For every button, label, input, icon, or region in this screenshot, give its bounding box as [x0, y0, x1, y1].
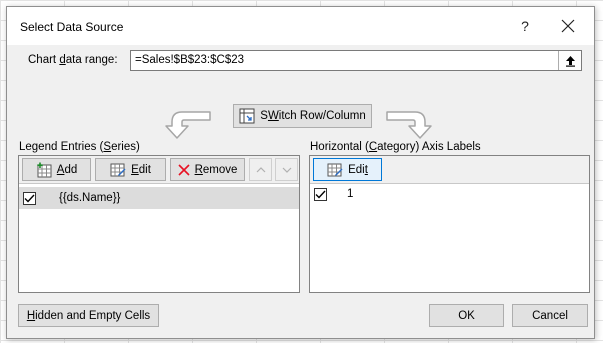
edit-axis-icon [327, 163, 343, 176]
hidden-empty-cells-label: Hidden and Empty Cells [26, 309, 151, 322]
axis-toolbar: Edit [310, 156, 589, 184]
chevron-up-icon [256, 166, 265, 172]
list-item[interactable]: {{ds.Name}} [19, 187, 299, 209]
collapse-arrow-icon [565, 55, 575, 67]
close-button[interactable] [548, 11, 588, 41]
chart-data-range-input[interactable]: =Sales!$B$23:$C$23 [130, 50, 582, 71]
close-icon [561, 19, 575, 33]
collapse-dialog-button[interactable] [558, 51, 581, 70]
series-name: {{ds.Name}} [59, 192, 121, 204]
remove-series-button[interactable]: Remove [170, 158, 245, 181]
edit-series-icon [110, 163, 126, 176]
remove-x-icon [178, 163, 190, 176]
select-data-source-dialog: Select Data Source ? Chart data range: =… [6, 6, 595, 339]
axis-label-value: 1 [347, 188, 354, 200]
legend-toolbar: Add Edit Remove [19, 156, 299, 184]
cancel-button[interactable]: Cancel [512, 304, 588, 327]
chart-data-range-value: =Sales!$B$23:$C$23 [135, 54, 245, 66]
ok-button[interactable]: OK [429, 304, 504, 327]
legend-entries-pane: Add Edit Remove {{ds.Name}} [18, 155, 300, 293]
axis-label-checkbox[interactable] [314, 187, 327, 201]
edit-series-button[interactable]: Edit [95, 158, 166, 181]
title-bar: Select Data Source ? [7, 7, 594, 45]
move-down-button[interactable] [275, 158, 298, 181]
chart-data-range-label: Chart data range: [28, 54, 118, 66]
help-button[interactable]: ? [505, 11, 545, 41]
checkmark-icon [315, 190, 326, 199]
chevron-down-icon [282, 167, 291, 173]
list-item[interactable]: 1 [310, 183, 589, 205]
add-series-button[interactable]: Add [22, 158, 91, 181]
add-series-label: Add [56, 163, 78, 176]
edit-series-label: Edit [131, 163, 151, 176]
add-series-icon [37, 162, 52, 177]
move-up-button[interactable] [249, 158, 272, 181]
checkmark-icon [24, 194, 35, 203]
legend-entries-title: Legend Entries (Series) [19, 141, 140, 153]
edit-axis-labels-button[interactable]: Edit [313, 158, 382, 181]
switch-row-column-icon [239, 108, 255, 124]
switch-row-column-button[interactable]: SWitch Row/Column [233, 104, 372, 128]
left-curved-arrow-icon [165, 111, 211, 139]
axis-labels-title: Horizontal (Category) Axis Labels [310, 141, 481, 153]
series-checkbox[interactable] [23, 191, 36, 205]
dialog-title: Select Data Source [20, 20, 124, 34]
right-curved-arrow-icon [386, 111, 432, 139]
edit-axis-label: Edit [348, 163, 368, 176]
switch-row-column-label: SWitch Row/Column [260, 110, 366, 122]
axis-labels-pane: Edit 1 [309, 155, 590, 293]
remove-series-label: Remove [194, 163, 238, 176]
hidden-empty-cells-button[interactable]: Hidden and Empty Cells [18, 304, 159, 327]
